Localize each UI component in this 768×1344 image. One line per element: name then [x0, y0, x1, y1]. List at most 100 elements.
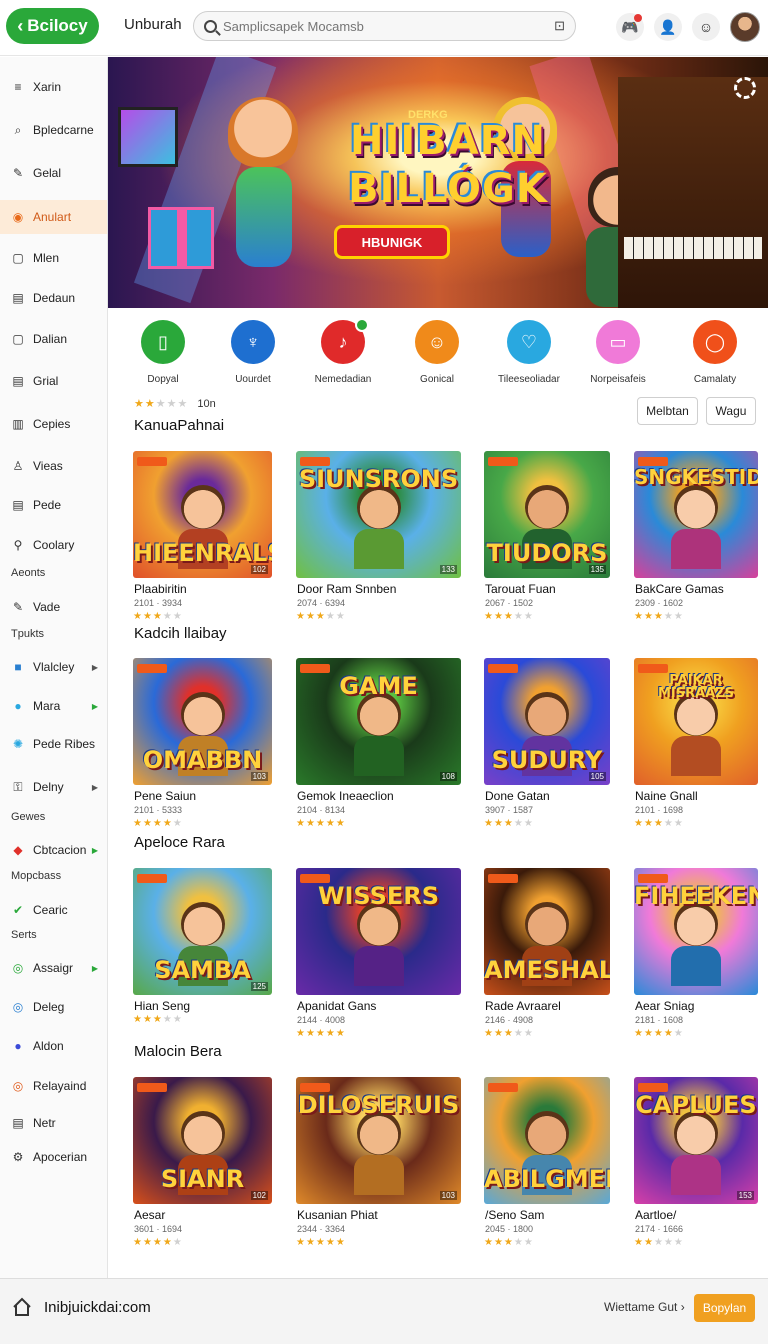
category-5[interactable]: ▭ Norpeisafeis — [573, 320, 663, 385]
sidebar-item-12[interactable]: ✎ Vade — [0, 597, 107, 617]
bot-icon[interactable]: ☺ — [692, 13, 720, 41]
game-thumbnail[interactable]: SNGKESTIDA — [634, 451, 758, 578]
game-thumbnail[interactable]: CAPLUES 153 — [634, 1077, 758, 1204]
footer-action-button[interactable]: Bopylan — [694, 1294, 755, 1322]
sidebar-item-3[interactable]: ◉ Anulart — [0, 200, 107, 234]
game-card[interactable]: ABILGMER/Seno Sam 2045 · 1800 ★★★★★ — [484, 1077, 610, 1257]
game-card[interactable]: HIEENRALS 102 Plaabiritin 2101 · 3934 ★★★★★ — [133, 451, 272, 631]
sidebar-item-14[interactable]: ● Mara ▶ — [0, 696, 107, 716]
sidebar-item-0[interactable]: ≡ Xarin — [0, 77, 107, 97]
welcome-link[interactable]: Wiettame Gut › — [604, 1300, 685, 1314]
sidebar-item-13[interactable]: ■ Vlalcley ▶ — [0, 657, 107, 677]
game-thumbnail[interactable]: FIHEEKEN — [634, 868, 758, 995]
game-thumbnail[interactable]: SAMBA 125 — [133, 868, 272, 995]
sidebar-item-10[interactable]: ▤ Pede — [0, 495, 107, 515]
sidebar-item-2[interactable]: ✎ Gelal — [0, 163, 107, 183]
game-card[interactable]: SNGKESTIDA BakCare Gamas 2309 · 1602 ★★★★★ — [634, 451, 758, 631]
notification-dot — [634, 14, 642, 22]
game-title[interactable]: Hian Seng — [134, 999, 190, 1013]
game-thumbnail[interactable]: ABILGMER — [484, 1077, 610, 1204]
game-card[interactable]: PAIKAR MISRAAZS Naine Gnall 2101 · 1698 ★★★… — [634, 658, 758, 838]
game-card[interactable]: TIUDORS 135 Tarouat Fuan 2067 · 1502 ★★★★★ — [484, 451, 610, 631]
site-url[interactable]: Inibjuickdai:com — [44, 1299, 151, 1316]
category-3[interactable]: ☺ Gonical — [392, 320, 482, 385]
game-title[interactable]: BakCare Gamas — [635, 582, 724, 596]
brand-logo[interactable]: ‹ Bcilocy — [6, 8, 99, 44]
game-thumbnail[interactable]: SIUNSRONS 133 — [296, 451, 461, 578]
game-thumbnail[interactable]: DILOSERUIS 103 — [296, 1077, 461, 1204]
game-card[interactable]: AMESHALS Rade Avraarel 2146 · 4908 ★★★★★ — [484, 868, 610, 1048]
game-card[interactable]: CAPLUES 153 Aartloe/2174 · 1666 ★★★★★ — [634, 1077, 758, 1257]
sidebar-item-21[interactable]: ● Aldon — [0, 1036, 107, 1056]
filter-secondary-button[interactable]: Wagu — [706, 397, 756, 425]
game-thumbnail[interactable]: TIUDORS 135 — [484, 451, 610, 578]
game-title[interactable]: Aear Sniag — [635, 999, 694, 1013]
game-thumbnail[interactable]: SUDURY 105 — [484, 658, 610, 785]
sidebar-item-4[interactable]: ▢ Mlen — [0, 248, 107, 268]
game-thumbnail[interactable]: OMABBN 103 — [133, 658, 272, 785]
game-meta: 2104 · 8134 — [297, 805, 346, 815]
sidebar-item-16[interactable]: ⚿ Delny ▶ — [0, 777, 107, 797]
game-title[interactable]: Door Ram Snnben — [297, 582, 396, 596]
sidebar-item-20[interactable]: ◎ Deleg — [0, 997, 107, 1017]
camera-icon[interactable]: ⊡ — [554, 18, 565, 34]
sidebar-item-1[interactable]: ⌕ Bpledcarne — [0, 120, 107, 140]
hero-banner[interactable]: DERKG HIIBARN BILLÓGK HBUNIGK — [108, 57, 768, 308]
category-6[interactable]: ◯ Camalaty — [670, 320, 760, 385]
game-title[interactable]: Naine Gnall — [635, 789, 698, 803]
sidebar-item-19[interactable]: ◎ Assaigr ▶ — [0, 958, 107, 978]
sidebar-item-23[interactable]: ▤ Netr — [0, 1113, 107, 1133]
game-thumbnail[interactable]: HIEENRALS 102 — [133, 451, 272, 578]
game-thumbnail[interactable]: GAME 108 — [296, 658, 461, 785]
sidebar-item-18[interactable]: ✔ Cearic — [0, 900, 107, 920]
game-card[interactable]: SAMBA 125 Hian Seng ★★★★★ — [133, 868, 272, 1048]
game-title[interactable]: Rade Avraarel — [485, 999, 561, 1013]
game-card[interactable]: SIANR 102 Aesar 3601 · 1694 ★★★★★ — [133, 1077, 272, 1257]
game-title[interactable]: Pene Saiun — [134, 789, 196, 803]
game-thumbnail[interactable]: AMESHALS — [484, 868, 610, 995]
sidebar-item-22[interactable]: ◎ Relayaind — [0, 1076, 107, 1096]
search-bar[interactable]: ⊡ — [193, 11, 576, 41]
sidebar-item-11[interactable]: ⚲ Coolary — [0, 535, 107, 555]
category-1[interactable]: ♆ Uourdet — [208, 320, 298, 385]
game-title[interactable]: Aesar — [134, 1208, 165, 1222]
game-title[interactable]: Apanidat Gans — [297, 999, 376, 1013]
game-card[interactable]: DILOSERUIS 103 Kusanian Phiat 2344 · 3364 ★★… — [296, 1077, 461, 1257]
search-input[interactable] — [223, 18, 555, 34]
game-thumbnail[interactable]: WISSERS — [296, 868, 461, 995]
category-2[interactable]: ♪ Nemedadian — [298, 318, 388, 385]
category-4[interactable]: ♡ Tileeseoliadar — [484, 320, 574, 385]
gamepad-icon[interactable]: 🎮 — [616, 13, 644, 41]
game-title[interactable]: Tarouat Fuan — [485, 582, 556, 596]
game-card[interactable]: FIHEEKEN Aear Sniag 2181 · 1608 ★★★★★ — [634, 868, 758, 1048]
game-card[interactable]: GAME 108 Gemok Ineaeclion 2104 · 8134 ★★★★★ — [296, 658, 461, 838]
game-card[interactable]: WISSERS Apanidat Gans 2144 · 4008 ★★★★★ — [296, 868, 461, 1048]
game-card[interactable]: SUDURY 105 Done Gatan 3907 · 1587 ★★★★★ — [484, 658, 610, 838]
sidebar-item-15[interactable]: ✺ Pede Ribes — [0, 734, 107, 754]
game-title[interactable]: /Seno Sam — [485, 1208, 544, 1222]
game-title[interactable]: Plaabiritin — [134, 582, 187, 596]
game-title[interactable]: Aartloe/ — [635, 1208, 676, 1222]
filter-primary-button[interactable]: Melbtan — [637, 397, 698, 425]
hero-cta-button[interactable]: HBUNIGK — [334, 225, 450, 259]
home-icon[interactable] — [12, 1297, 32, 1317]
sidebar-item-5[interactable]: ▤ Dedaun — [0, 288, 107, 308]
game-thumbnail[interactable]: PAIKAR MISRAAZS — [634, 658, 758, 785]
sidebar-item-17[interactable]: ◆ Cbtcacion ▶ — [0, 840, 107, 860]
game-title[interactable]: Done Gatan — [485, 789, 550, 803]
sidebar-item-6[interactable]: ▢ Dalian — [0, 329, 107, 349]
game-card[interactable]: OMABBN 103 Pene Saiun 2101 · 5333 ★★★★★ — [133, 658, 272, 838]
game-title[interactable]: Gemok Ineaeclion — [297, 789, 394, 803]
settings-icon[interactable] — [734, 77, 756, 99]
sidebar-item-24[interactable]: ⚙ Apocerian — [0, 1147, 107, 1167]
sidebar-item-7[interactable]: ▤ Grial — [0, 371, 107, 391]
avatar[interactable] — [730, 12, 760, 42]
rating-filter[interactable]: ★★★★★ 10n — [134, 397, 216, 410]
sidebar-item-9[interactable]: ♙ Vieas — [0, 456, 107, 476]
game-title[interactable]: Kusanian Phiat — [297, 1208, 378, 1222]
category-0[interactable]: ▯ Dopyal — [118, 320, 208, 385]
game-thumbnail[interactable]: SIANR 102 — [133, 1077, 272, 1204]
user-icon[interactable]: 👤 — [654, 13, 682, 41]
sidebar-item-8[interactable]: ▥ Cepies — [0, 414, 107, 434]
game-card[interactable]: SIUNSRONS 133 Door Ram Snnben 2074 · 6394 ★★… — [296, 451, 461, 631]
